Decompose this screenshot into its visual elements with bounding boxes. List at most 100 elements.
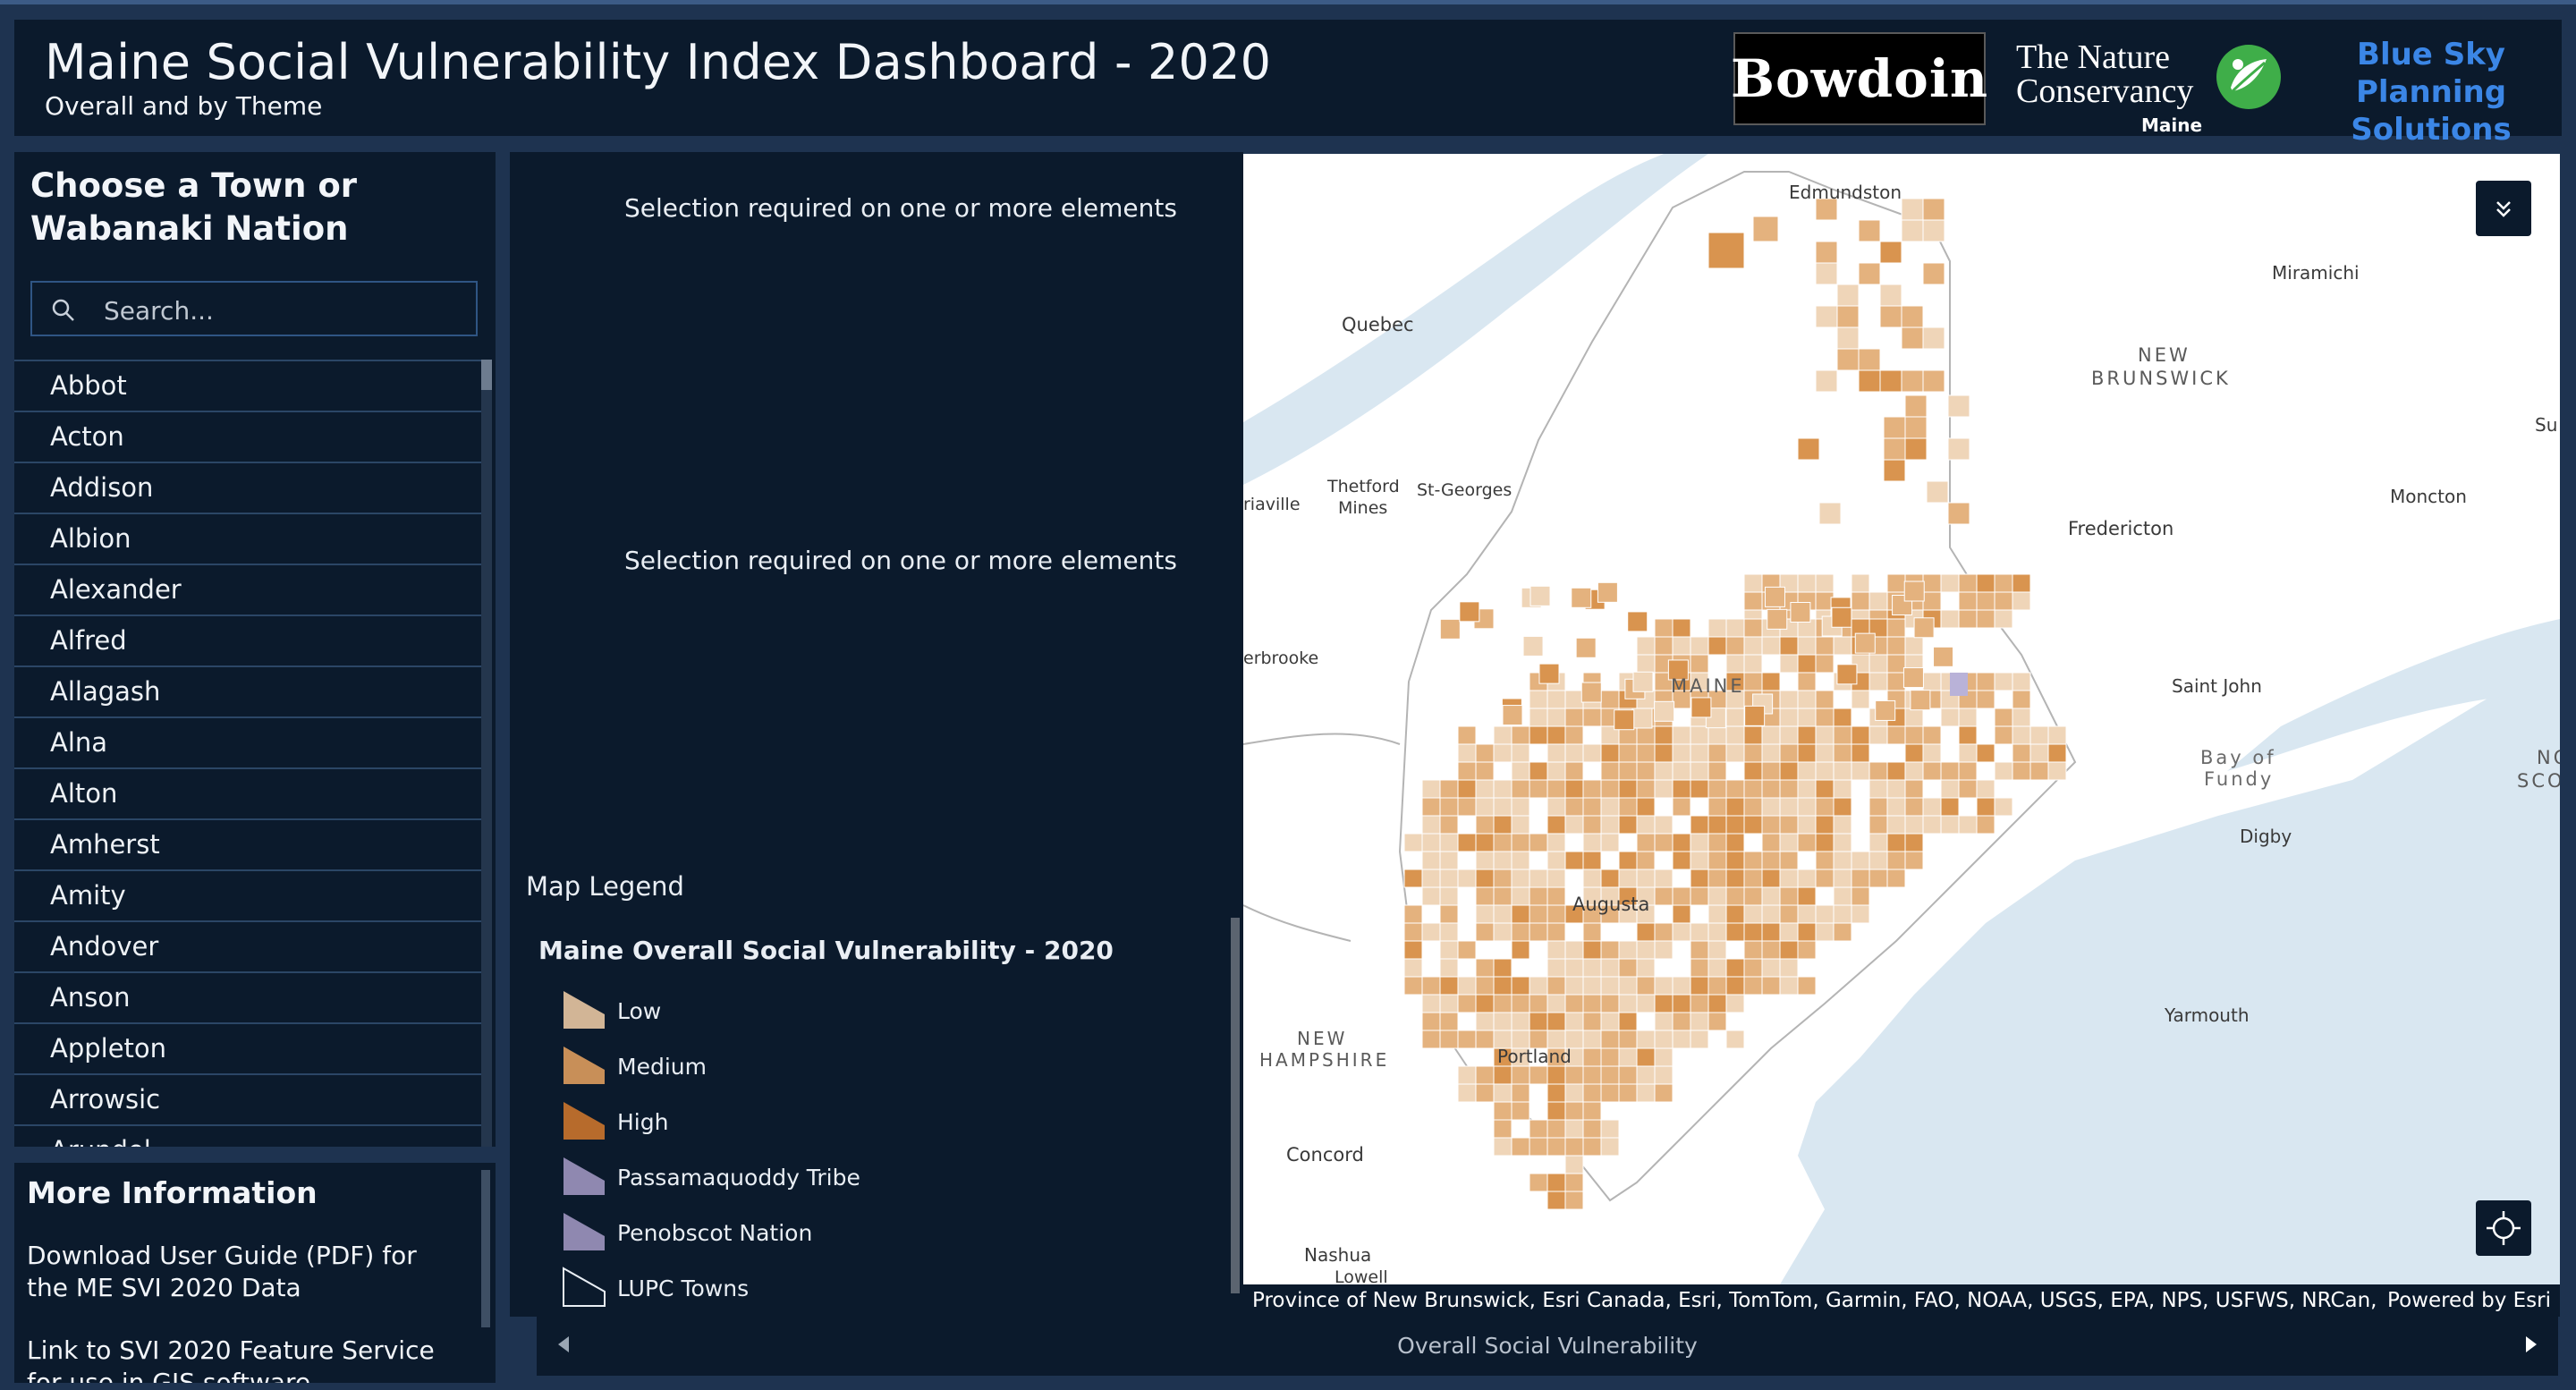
town-polygon[interactable] [2047, 725, 2067, 745]
town-polygon[interactable] [1752, 216, 1779, 242]
town-polygon[interactable] [2012, 573, 2031, 593]
town-polygon[interactable] [1439, 904, 1459, 924]
town-polygon[interactable] [1546, 869, 1566, 888]
town-polygon[interactable] [1636, 1047, 1656, 1067]
town-polygon[interactable] [1707, 797, 1727, 817]
town-polygon[interactable] [1904, 833, 1924, 852]
town-polygon[interactable] [1564, 708, 1584, 727]
town-polygon[interactable] [1511, 904, 1530, 924]
town-polygon[interactable] [1546, 922, 1566, 942]
town-polygon[interactable] [1707, 815, 1727, 835]
town-polygon[interactable] [1707, 743, 1727, 763]
town-polygon[interactable] [1511, 725, 1530, 745]
town-polygon[interactable] [1493, 886, 1513, 906]
town-polygon[interactable] [1886, 797, 1906, 817]
town-polygon[interactable] [1439, 940, 1459, 960]
town-polygon[interactable] [1654, 1065, 1674, 1085]
town-polygon[interactable] [1493, 1012, 1513, 1031]
town-polygon[interactable] [1600, 1065, 1620, 1085]
town-polygon[interactable] [1439, 1030, 1459, 1049]
town-polygon[interactable] [1790, 602, 1811, 623]
town-polygon[interactable] [1779, 708, 1799, 727]
town-polygon[interactable] [1475, 797, 1495, 817]
town-polygon[interactable] [1475, 833, 1495, 852]
town-polygon[interactable] [1546, 1191, 1566, 1210]
town-polygon[interactable] [1582, 1047, 1602, 1067]
town-polygon[interactable] [1538, 663, 1560, 684]
town-polygon[interactable] [1475, 743, 1495, 763]
town-polygon[interactable] [1779, 690, 1799, 709]
town-polygon[interactable] [1672, 725, 1691, 745]
town-list-item[interactable]: Appleton [14, 1022, 481, 1073]
town-polygon[interactable] [1976, 591, 1996, 611]
town-polygon[interactable] [1457, 976, 1477, 996]
town-polygon[interactable] [1947, 437, 1970, 461]
town-polygon[interactable] [1976, 690, 1996, 709]
town-polygon[interactable] [1779, 779, 1799, 799]
town-polygon[interactable] [1690, 636, 1709, 656]
town-polygon[interactable] [1797, 833, 1817, 852]
town-polygon[interactable] [1725, 797, 1745, 817]
town-polygon[interactable] [1858, 369, 1881, 393]
town-polygon[interactable] [1493, 779, 1513, 799]
town-polygon[interactable] [1618, 851, 1638, 870]
town-polygon[interactable] [1600, 958, 1620, 978]
town-polygon[interactable] [1761, 958, 1781, 978]
town-polygon[interactable] [1600, 815, 1620, 835]
town-polygon[interactable] [1582, 833, 1602, 852]
town-polygon[interactable] [1797, 940, 1817, 960]
town-polygon[interactable] [1690, 743, 1709, 763]
town-polygon[interactable] [1529, 779, 1548, 799]
map-expand-button[interactable] [2476, 181, 2531, 236]
town-polygon[interactable] [1797, 690, 1817, 709]
town-polygon[interactable] [1654, 743, 1674, 763]
town-polygon[interactable] [1475, 779, 1495, 799]
town-polygon[interactable] [1868, 815, 1888, 835]
town-list-item[interactable]: Alexander [14, 564, 481, 614]
town-polygon[interactable] [1833, 815, 1852, 835]
town-polygon[interactable] [1672, 922, 1691, 942]
town-polygon[interactable] [1779, 958, 1799, 978]
town-polygon[interactable] [1511, 1101, 1530, 1121]
town-list-item[interactable]: Alfred [14, 614, 481, 665]
town-polygon[interactable] [1883, 416, 1906, 439]
town-polygon[interactable] [1815, 833, 1835, 852]
town-polygon[interactable] [1922, 761, 1942, 781]
town-polygon[interactable] [1439, 1012, 1459, 1031]
town-polygon[interactable] [1529, 1137, 1548, 1157]
town-polygon[interactable] [1797, 573, 1817, 593]
town-polygon[interactable] [1493, 994, 1513, 1013]
town-polygon[interactable] [1707, 833, 1727, 852]
town-list-item[interactable]: Andover [14, 920, 481, 971]
town-polygon[interactable] [1421, 797, 1441, 817]
town-polygon[interactable] [1618, 1083, 1638, 1103]
town-polygon[interactable] [1582, 1101, 1602, 1121]
town-polygon[interactable] [1976, 815, 1996, 835]
town-polygon[interactable] [1421, 1012, 1441, 1031]
town-polygon[interactable] [1627, 611, 1648, 632]
town-polygon[interactable] [1564, 743, 1584, 763]
town-polygon[interactable] [1851, 761, 1870, 781]
town-polygon[interactable] [1582, 1012, 1602, 1031]
town-polygon[interactable] [1511, 779, 1530, 799]
town-polygon[interactable] [1725, 922, 1745, 942]
town-polygon[interactable] [1815, 815, 1835, 835]
town-polygon[interactable] [1797, 904, 1817, 924]
town-polygon[interactable] [1883, 437, 1906, 461]
town-polygon[interactable] [1636, 725, 1656, 745]
town-polygon[interactable] [1851, 725, 1870, 745]
town-polygon[interactable] [1851, 904, 1870, 924]
passamaquoddy-tribe-polygon[interactable] [1950, 673, 1968, 696]
town-polygon[interactable] [1976, 779, 1996, 799]
town-list-scrollbar[interactable] [481, 360, 492, 1147]
town-polygon[interactable] [1922, 219, 1945, 242]
town-polygon[interactable] [1600, 1119, 1620, 1139]
town-polygon[interactable] [1690, 815, 1709, 835]
town-polygon[interactable] [1618, 743, 1638, 763]
town-polygon[interactable] [2029, 761, 2049, 781]
town-polygon[interactable] [1600, 797, 1620, 817]
town-polygon[interactable] [1529, 886, 1548, 906]
town-polygon[interactable] [1779, 940, 1799, 960]
town-polygon[interactable] [1529, 761, 1548, 781]
town-polygon[interactable] [1654, 869, 1674, 888]
